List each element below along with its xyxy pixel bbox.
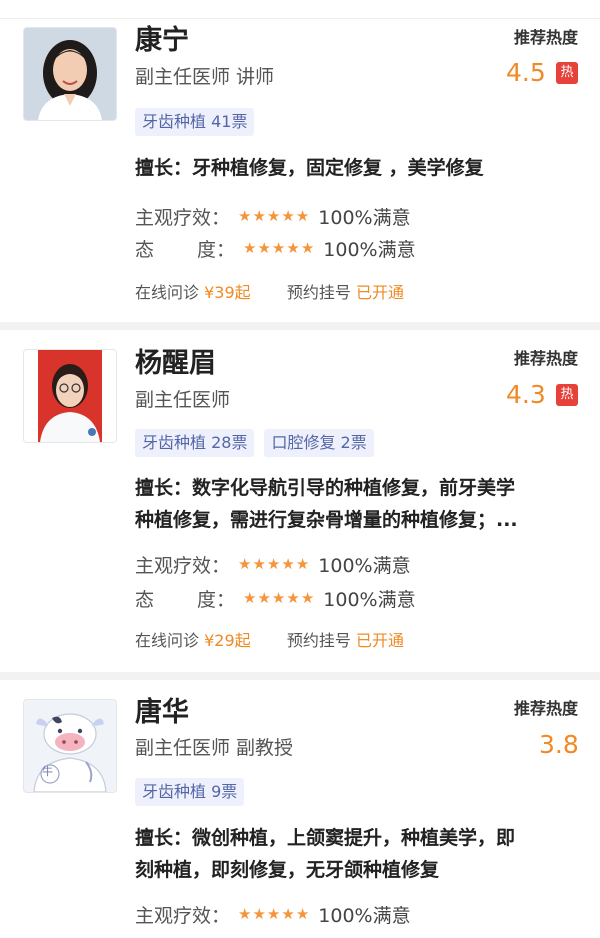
doctor-card[interactable]: 康宁 副主任医师 讲师 推荐热度 4.5 热 牙齿种植 41票 擅长：牙种植修复… [0, 0, 600, 322]
star-icon: ★ [271, 589, 286, 607]
rating-attitude: 态度： ★ ★ ★ ★ ★ 100%满意 [135, 583, 416, 613]
star-icon: ★ [295, 207, 310, 225]
star-rating: ★ ★ ★ ★ ★ [243, 590, 314, 606]
heat-label: 推荐热度 [513, 28, 578, 47]
heat-score: 4.5 [506, 58, 546, 87]
consult-price: ¥29起 [204, 631, 251, 650]
expertise-text: 擅长：微创种植，上颌窦提升，种植美学，即 刻种植，即刻修复，无牙颌种植修复 [135, 822, 575, 886]
star-icon: ★ [266, 905, 281, 923]
service-footer: 在线问诊 ¥29起 预约挂号 已开通 [135, 630, 404, 652]
card-divider [0, 322, 600, 330]
star-rating: ★ ★ ★ ★ ★ [243, 240, 314, 256]
rating-attitude-value: 100%满意 [323, 588, 416, 611]
star-icon: ★ [257, 589, 271, 607]
heat-label: 推荐热度 [513, 349, 578, 368]
star-icon: ★ [243, 589, 257, 607]
expertise-line-2: 刻种植，即刻修复，无牙颌种植修复 [135, 859, 440, 881]
star-icon: ★ [266, 555, 281, 573]
vote-tags: 牙齿种植 9票 [135, 778, 245, 806]
cow-doctor-placeholder-icon [24, 700, 116, 792]
vote-tag[interactable]: 牙齿种植 41票 [135, 108, 255, 136]
avatar-badge-text: 牛 [42, 765, 53, 778]
doctor-name: 杨醒眉 [135, 348, 216, 379]
doctor-avatar [23, 349, 117, 443]
doctor-name: 唐华 [135, 697, 189, 728]
star-icon: ★ [266, 207, 281, 225]
expertise-text: 擅长：牙种植修复，固定修复 ，美学修复 [135, 152, 575, 184]
consult-link[interactable]: 在线问诊 ¥29起 [135, 631, 251, 650]
register-status: 已开通 [355, 283, 404, 302]
star-icon: ★ [238, 555, 252, 573]
vote-tag[interactable]: 口腔修复 2票 [264, 429, 374, 457]
star-icon: ★ [271, 239, 286, 257]
star-icon: ★ [238, 207, 252, 225]
expertise-line-1: 擅长：数字化导航引导的种植修复，前牙美学 [135, 477, 516, 499]
service-footer: 在线问诊 ¥39起 预约挂号 已开通 [135, 282, 404, 304]
doctor-card[interactable]: 杨醒眉 副主任医师 推荐热度 4.3 热 牙齿种植 28票 口腔修复 2票 擅长… [0, 330, 600, 672]
doctor-card[interactable]: 牛 唐华 副主任医师 副教授 推荐热度 3.8 牙齿种植 9票 擅长：微创种植，… [0, 680, 600, 938]
register-status: 已开通 [355, 631, 404, 650]
doctor-photo [24, 350, 116, 442]
expertise-line-2: 种植修复，需进行复杂骨增量的种植修复；... [135, 509, 518, 531]
doctor-title: 副主任医师 讲师 [135, 66, 275, 88]
rating-effect: 主观疗效： ★ ★ ★ ★ ★ 100%满意 [135, 201, 411, 231]
hot-badge: 热 [556, 62, 578, 84]
rating-attitude-label: 态度： [135, 238, 235, 261]
doctor-list: 康宁 副主任医师 讲师 推荐热度 4.5 热 牙齿种植 41票 擅长：牙种植修复… [0, 0, 600, 938]
rating-effect-value: 100%满意 [318, 554, 411, 577]
star-icon: ★ [300, 589, 315, 607]
register-link[interactable]: 预约挂号 已开通 [287, 283, 404, 302]
star-icon: ★ [243, 239, 257, 257]
vote-tags: 牙齿种植 28票 口腔修复 2票 [135, 429, 374, 457]
rating-effect: 主观疗效： ★ ★ ★ ★ ★ 100%满意 [135, 549, 411, 579]
vote-tag[interactable]: 牙齿种植 9票 [135, 778, 245, 806]
star-icon: ★ [257, 239, 271, 257]
heat-score: 4.3 [506, 380, 546, 409]
consult-link[interactable]: 在线问诊 ¥39起 [135, 283, 251, 302]
star-rating: ★ ★ ★ ★ ★ [238, 208, 309, 224]
star-icon: ★ [286, 239, 300, 257]
register-link[interactable]: 预约挂号 已开通 [287, 631, 404, 650]
card-divider [0, 672, 600, 680]
rating-effect-label: 主观疗效： [135, 904, 231, 927]
rating-effect: 主观疗效： ★ ★ ★ ★ ★ 100%满意 [135, 899, 411, 929]
hot-badge: 热 [556, 384, 578, 406]
rating-effect-label: 主观疗效： [135, 206, 231, 229]
star-icon: ★ [281, 905, 295, 923]
rating-attitude-value: 100%满意 [323, 238, 416, 261]
rating-attitude: 态度： ★ ★ ★ ★ ★ 100%满意 [135, 233, 416, 263]
expertise-prefix: 擅长： [135, 157, 193, 179]
star-icon: ★ [286, 589, 300, 607]
star-rating: ★ ★ ★ ★ ★ [238, 556, 309, 572]
doctor-title: 副主任医师 [135, 389, 231, 411]
consult-price: ¥39起 [204, 283, 251, 302]
expertise-line: 牙种植修复，固定修复 ，美学修复 [192, 157, 484, 179]
star-rating: ★ ★ ★ ★ ★ [238, 906, 309, 922]
doctor-photo [24, 28, 116, 120]
expertise-text: 擅长：数字化导航引导的种植修复，前牙美学 种植修复，需进行复杂骨增量的种植修复；… [135, 472, 575, 536]
star-icon: ★ [238, 905, 252, 923]
rating-effect-label: 主观疗效： [135, 554, 231, 577]
star-icon: ★ [295, 905, 310, 923]
star-icon: ★ [281, 207, 295, 225]
star-icon: ★ [300, 239, 315, 257]
rating-attitude-label: 态度： [135, 588, 235, 611]
rating-effect-value: 100%满意 [318, 904, 411, 927]
star-icon: ★ [252, 555, 266, 573]
heat-score: 3.8 [539, 730, 579, 759]
doctor-title: 副主任医师 副教授 [135, 737, 294, 759]
heat-label: 推荐热度 [513, 699, 578, 718]
doctor-avatar: 牛 [23, 699, 117, 793]
star-icon: ★ [281, 555, 295, 573]
expertise-line-1: 擅长：微创种植，上颌窦提升，种植美学，即 [135, 827, 516, 849]
star-icon: ★ [252, 207, 266, 225]
vote-tag[interactable]: 牙齿种植 28票 [135, 429, 255, 457]
star-icon: ★ [295, 555, 310, 573]
rating-effect-value: 100%满意 [318, 206, 411, 229]
vote-tags: 牙齿种植 41票 [135, 108, 255, 136]
doctor-avatar [23, 27, 117, 121]
doctor-name: 康宁 [135, 25, 189, 56]
star-icon: ★ [252, 905, 266, 923]
